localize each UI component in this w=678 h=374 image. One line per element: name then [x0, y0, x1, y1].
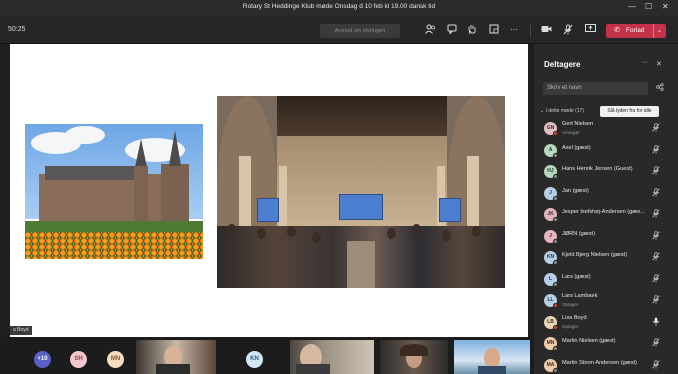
participant-role: Optaget	[562, 302, 579, 307]
participant-row[interactable]: HJ Hans Henrik Jensen (Guest)	[534, 161, 678, 182]
window-title: Rotary St Heddinge Klub møde Onsdag d 10…	[242, 3, 436, 10]
share-screen-icon[interactable]	[584, 24, 596, 36]
participant-row[interactable]: A Axel (gæst)	[534, 140, 678, 161]
participant-video-tile[interactable]	[136, 340, 216, 374]
participant-row[interactable]: KN Kjeld Bjerg Nielsen (gæst)	[534, 247, 678, 268]
participant-row[interactable]: MA Martin Storm Andersen (gæst)	[534, 355, 678, 374]
participant-name: Axel (gæst)	[562, 144, 591, 151]
participant-name: Kjeld Bjerg Nielsen (gæst)	[562, 252, 627, 258]
minimize-icon[interactable]: —	[628, 2, 636, 11]
phone-hangup-icon: ✆	[614, 27, 620, 34]
chat-icon[interactable]	[446, 24, 458, 36]
participant-row[interactable]: J Jan (gæst)	[534, 183, 678, 204]
close-icon[interactable]: ✕	[662, 2, 669, 11]
presence-status-icon	[553, 238, 558, 244]
participant-row[interactable]: LL Lars Lambaek Optaget	[534, 290, 678, 311]
presence-status-icon	[553, 324, 558, 330]
church-interior-image	[217, 96, 505, 288]
panel-close-icon[interactable]: ✕	[656, 60, 662, 68]
participant-video-tile[interactable]	[290, 340, 374, 374]
mic-muted-icon[interactable]	[652, 338, 660, 349]
presence-status-icon	[553, 346, 558, 351]
church-exterior-image	[25, 124, 203, 259]
participant-name: Lars (gæst)	[562, 273, 591, 280]
participant-row[interactable]: J JØRN (gæst)	[534, 226, 678, 247]
camera-icon[interactable]	[540, 24, 552, 36]
mic-muted-icon[interactable]	[652, 166, 660, 177]
meeting-toolbar: 50:25 Anmod om styringen ··· ✆ Forlad ⌄	[0, 16, 678, 44]
participant-name: JØRN (gæst)	[562, 230, 595, 237]
panel-more-icon[interactable]: ···	[641, 59, 648, 66]
shared-content-stage	[10, 44, 528, 337]
mic-muted-icon[interactable]	[562, 24, 574, 36]
window-titlebar: Rotary St Heddinge Klub møde Onsdag d 10…	[0, 0, 678, 16]
participant-row[interactable]: GN Gert Nielsen Arrangør	[534, 118, 678, 139]
mic-muted-icon[interactable]	[652, 252, 660, 263]
participant-search-input[interactable]: Skriv et navn	[543, 82, 648, 95]
participant-name: Lars Lambaek	[562, 293, 598, 299]
chevron-down-icon[interactable]: ⌄	[652, 24, 662, 38]
mic-muted-icon[interactable]	[652, 359, 660, 371]
mic-muted-icon[interactable]	[652, 295, 660, 306]
presence-status-icon	[553, 281, 558, 287]
mic-muted-icon[interactable]	[652, 187, 660, 199]
presence-status-icon	[553, 152, 558, 158]
maximize-icon[interactable]: ☐	[645, 2, 652, 11]
meeting-timer: 50:25	[8, 26, 26, 33]
mic-icon[interactable]	[652, 317, 660, 328]
participant-name: Hans Henrik Jensen (Guest)	[562, 166, 633, 172]
participant-row[interactable]: L Lars (gæst)	[534, 269, 678, 290]
presence-status-icon	[553, 303, 558, 308]
presence-status-icon	[553, 174, 558, 179]
leave-button[interactable]: ✆ Forlad ⌄	[606, 24, 666, 38]
overflow-participants-badge[interactable]: +10	[34, 351, 51, 368]
request-control-button[interactable]: Anmod om styringen	[320, 24, 400, 38]
leave-label: Forlad	[626, 27, 645, 34]
participant-name: Jesper Isefshøj-Andersen (gæe...	[562, 209, 646, 215]
participant-role: Optaget	[562, 323, 579, 329]
strip-avatar[interactable]: MN	[107, 351, 124, 368]
presence-status-icon	[553, 217, 558, 222]
participant-name: Jan (gæst)	[562, 187, 589, 194]
mic-muted-icon[interactable]	[652, 230, 660, 242]
participant-row[interactable]: JK Jesper Isefshøj-Andersen (gæe...	[534, 204, 678, 225]
mic-muted-icon[interactable]	[652, 144, 660, 156]
section-label: I dette møde (17)	[545, 108, 584, 114]
strip-avatar[interactable]: SH	[70, 351, 87, 368]
participant-row[interactable]: MN Martin Nielsen (gæst)	[534, 333, 678, 354]
more-options-icon[interactable]: ···	[508, 24, 520, 36]
presence-status-icon	[553, 260, 558, 265]
participant-video-tile[interactable]	[454, 340, 530, 374]
participant-row[interactable]: LB Lisa Boyd Optaget	[534, 312, 678, 333]
panel-title: Deltagere	[544, 60, 581, 69]
participants-panel: Deltagere ··· ✕ Skriv et navn ⌄ I dette …	[534, 44, 678, 374]
strip-avatar[interactable]: KN	[246, 351, 263, 368]
breakout-rooms-icon[interactable]	[488, 24, 500, 36]
toolbar-divider	[530, 24, 531, 38]
mic-muted-icon[interactable]	[652, 209, 660, 220]
in-meeting-section-header[interactable]: ⌄ I dette møde (17)	[540, 108, 584, 114]
participant-video-tile[interactable]	[380, 340, 448, 374]
participant-name: Martin Storm Andersen (gæst)	[562, 359, 637, 366]
participant-name: Lisa Boyd	[562, 314, 587, 321]
presenter-label: a Boyd	[10, 326, 32, 335]
mic-muted-icon[interactable]	[652, 123, 660, 134]
presence-status-icon	[553, 367, 558, 373]
participant-role: Arrangør	[562, 130, 580, 135]
share-invite-icon[interactable]	[656, 83, 664, 93]
presence-status-icon	[553, 195, 558, 201]
mute-all-tooltip[interactable]: Slå lyden fra for alle	[600, 106, 659, 117]
participant-name: Gert Nielsen	[562, 121, 594, 127]
people-icon[interactable]	[424, 24, 436, 36]
presence-status-icon	[553, 131, 558, 136]
raise-hand-icon[interactable]	[466, 24, 478, 36]
participant-name: Martin Nielsen (gæst)	[562, 338, 616, 344]
mic-muted-icon[interactable]	[652, 273, 660, 285]
